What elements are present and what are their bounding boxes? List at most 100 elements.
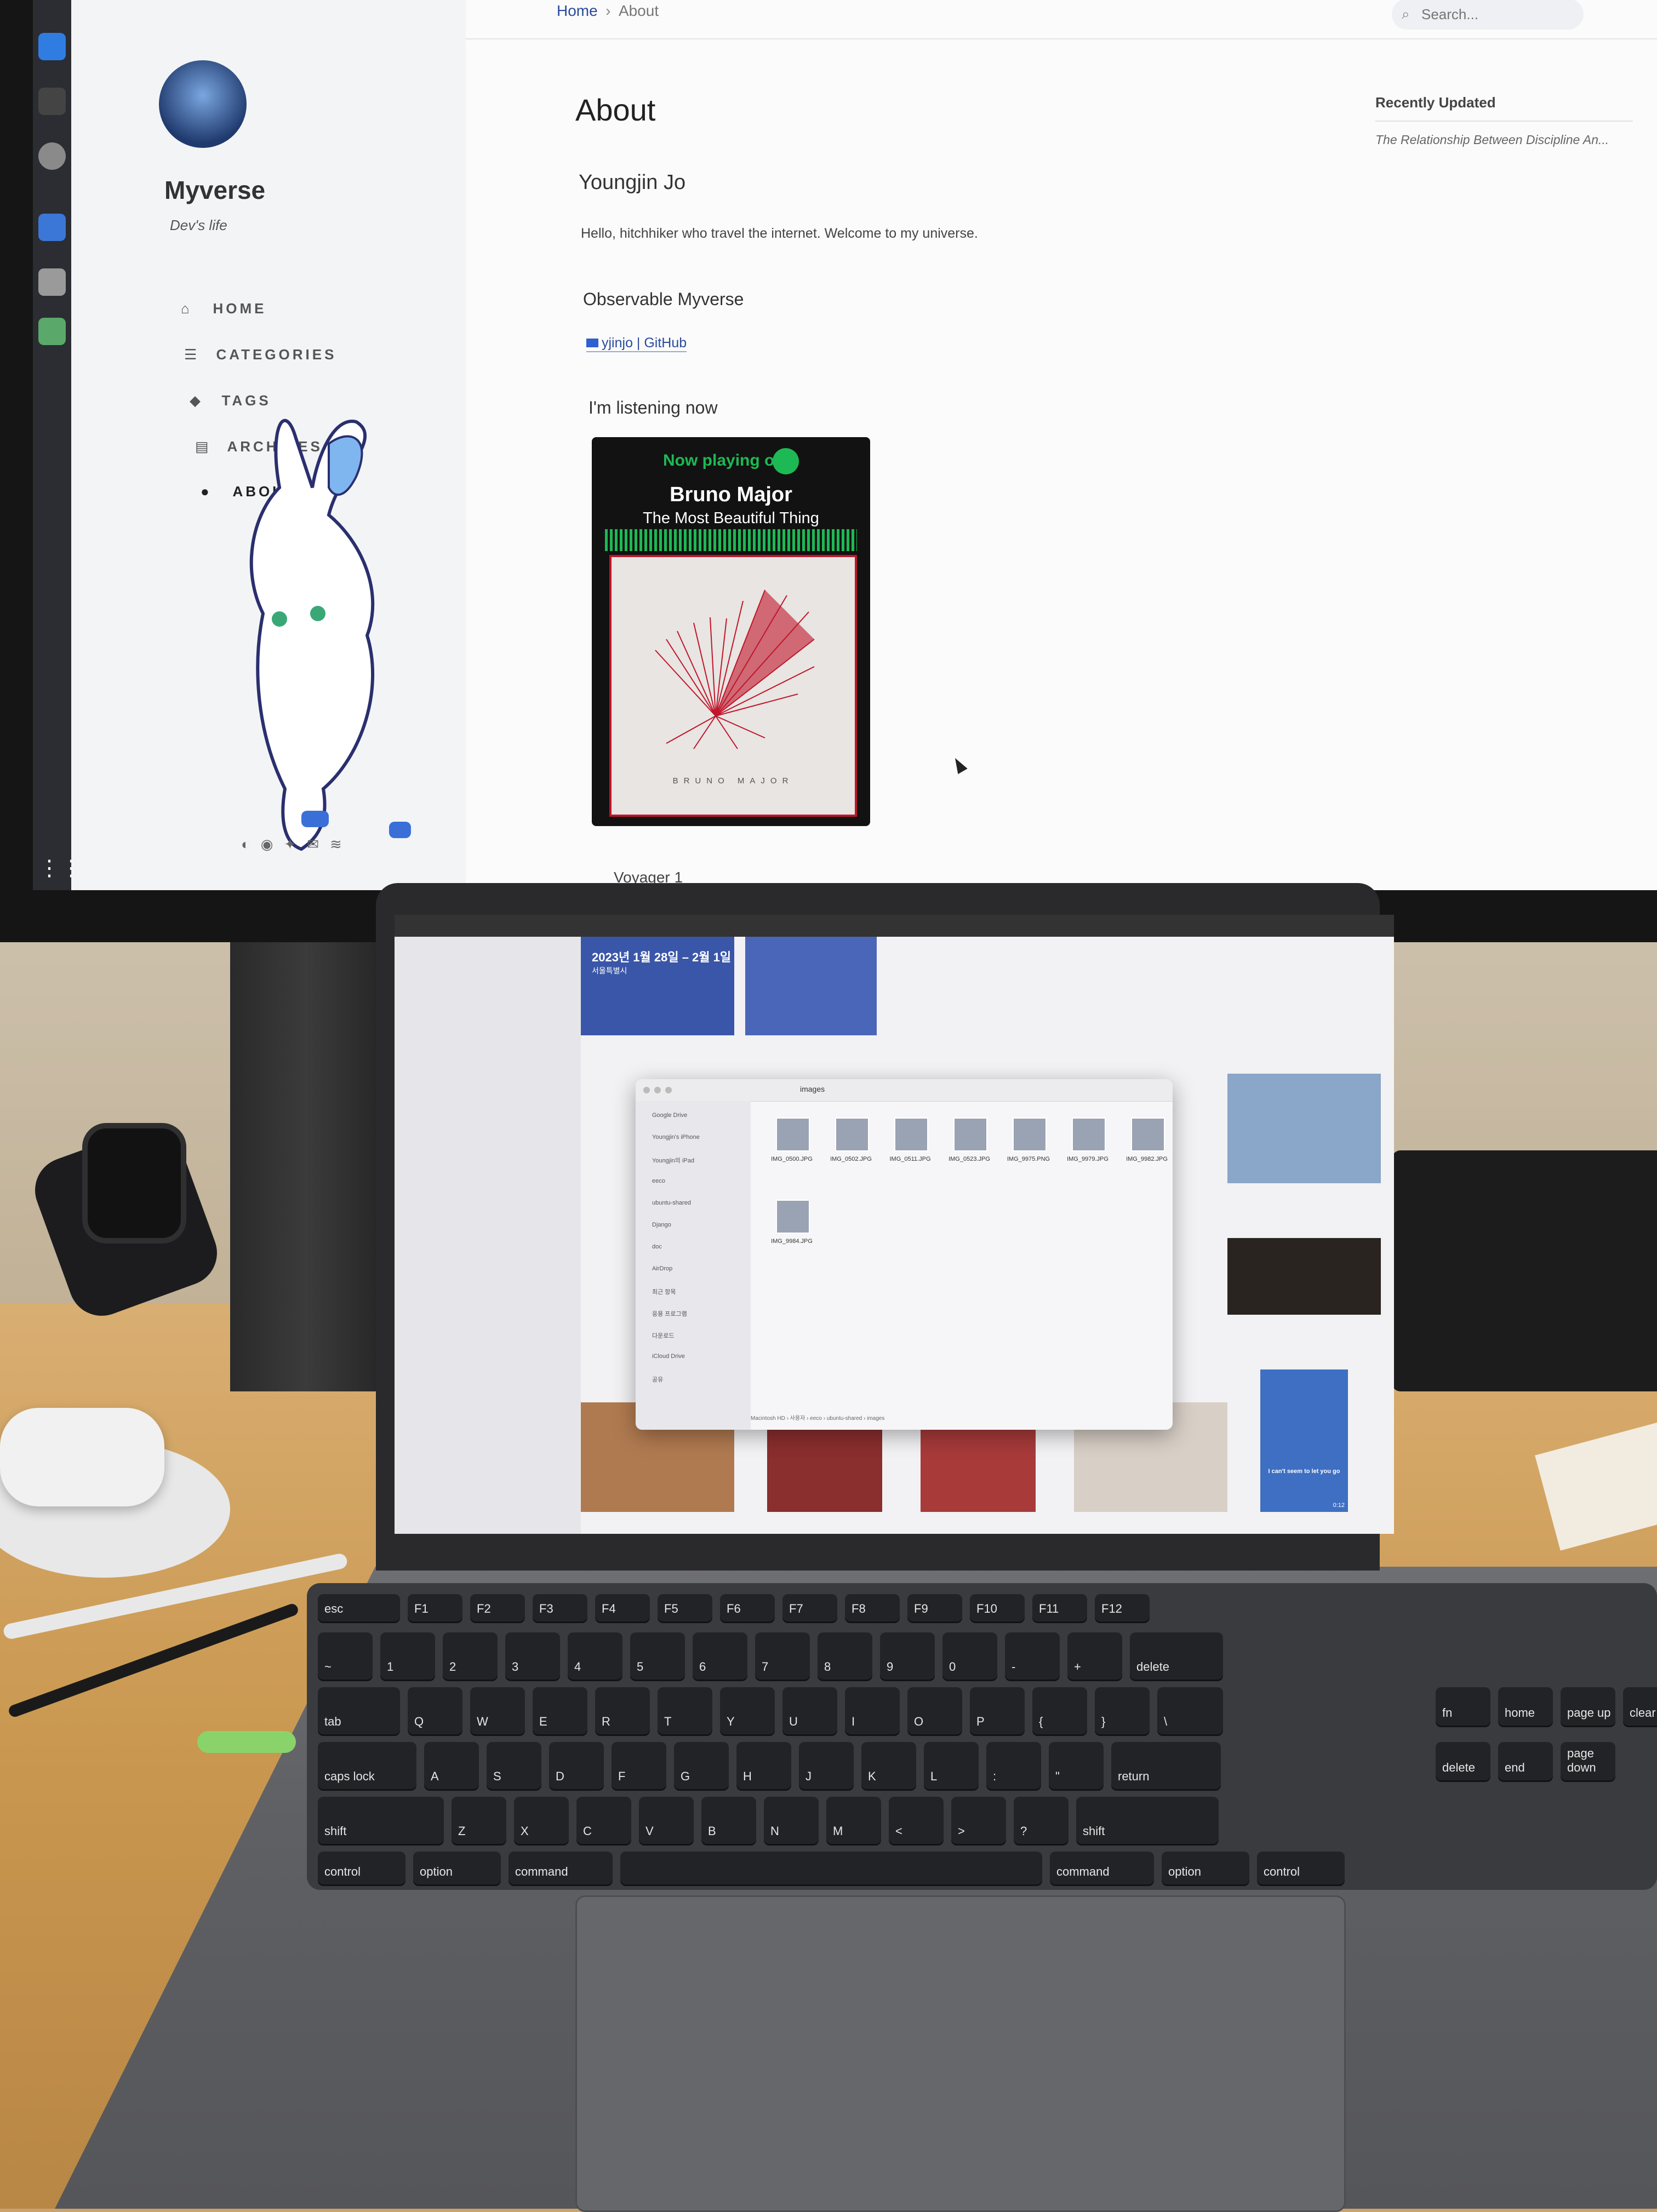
file-name[interactable]: IMG_9979.JPG — [1058, 1156, 1118, 1162]
close-icon[interactable] — [643, 1087, 650, 1093]
key-symbol[interactable]: > — [951, 1797, 1006, 1844]
key-tab[interactable]: tab — [318, 1687, 400, 1734]
key-j[interactable]: J — [799, 1742, 854, 1789]
key-control[interactable]: control — [318, 1852, 405, 1884]
finder-sidebar-item[interactable]: ubuntu-shared — [652, 1200, 691, 1206]
key-symbol[interactable]: < — [889, 1797, 944, 1844]
key-command[interactable]: command — [1050, 1852, 1154, 1884]
nav-categories[interactable]: ☰ CATEGORIES — [184, 346, 336, 363]
key-z[interactable]: Z — [452, 1797, 506, 1844]
key-a[interactable]: A — [424, 1742, 479, 1789]
ide-icon[interactable] — [38, 33, 66, 60]
key-clear[interactable]: clear — [1623, 1687, 1657, 1726]
key-symbol[interactable]: ? — [1014, 1797, 1069, 1844]
breadcrumb-home[interactable]: Home — [557, 2, 598, 19]
finder-sidebar-item[interactable]: 공유 — [652, 1375, 663, 1384]
file-name[interactable]: IMG_0502.JPG — [821, 1156, 881, 1162]
translate-icon[interactable] — [38, 214, 66, 241]
finder-sidebar-item[interactable]: Google Drive — [652, 1112, 687, 1119]
finder-sidebar-item[interactable]: 다운로드 — [652, 1331, 674, 1340]
key-v[interactable]: V — [639, 1797, 694, 1844]
key-shift[interactable]: shift — [318, 1797, 444, 1844]
file-thumbnail[interactable] — [953, 1118, 987, 1151]
finder-sidebar-item[interactable]: eeco — [652, 1178, 665, 1184]
key-command[interactable]: command — [508, 1852, 613, 1884]
file-name[interactable]: IMG_0523.JPG — [939, 1156, 999, 1162]
key-1[interactable]: 1 — [380, 1632, 435, 1680]
key-option[interactable]: option — [413, 1852, 501, 1884]
video-thumbnail[interactable]: I can't seem to let you go 0:12 — [1260, 1369, 1348, 1512]
key-symbol[interactable]: \ — [1157, 1687, 1223, 1734]
key-o[interactable]: O — [907, 1687, 962, 1734]
key-p[interactable]: P — [970, 1687, 1025, 1734]
key-i[interactable]: I — [845, 1687, 900, 1734]
key-x[interactable]: X — [514, 1797, 569, 1844]
key-pagedown[interactable]: page down — [1561, 1742, 1615, 1780]
finder-sidebar-item[interactable]: Youngjin's iPhone — [652, 1134, 700, 1141]
key-2[interactable]: 2 — [443, 1632, 498, 1680]
key-8[interactable]: 8 — [818, 1632, 872, 1680]
app-grid-icon[interactable]: ⋮⋮ — [38, 855, 82, 882]
search-box[interactable]: ⌕ — [1392, 0, 1584, 30]
file-thumbnail[interactable] — [1072, 1118, 1106, 1151]
key-f1[interactable]: F1 — [408, 1594, 462, 1621]
key-f5[interactable]: F5 — [658, 1594, 712, 1621]
nav-home[interactable]: ⌂ HOME — [181, 300, 266, 317]
key-h[interactable]: H — [736, 1742, 791, 1789]
key-return[interactable]: return — [1111, 1742, 1221, 1789]
key-y[interactable]: Y — [720, 1687, 775, 1734]
finder-sidebar-item[interactable]: doc — [652, 1243, 662, 1250]
key-7[interactable]: 7 — [755, 1632, 810, 1680]
site-title[interactable]: Myverse — [164, 175, 265, 205]
key-fn[interactable]: fn — [1436, 1687, 1490, 1726]
minimize-icon[interactable] — [654, 1087, 661, 1093]
key-home[interactable]: home — [1498, 1687, 1553, 1726]
finder-sidebar-item[interactable]: 응용 프로그램 — [652, 1309, 687, 1318]
key-control[interactable]: control — [1257, 1852, 1345, 1884]
key-w[interactable]: W — [470, 1687, 525, 1734]
file-name[interactable]: IMG_9984.JPG — [762, 1238, 822, 1245]
key-t[interactable]: T — [658, 1687, 712, 1734]
key-symbol[interactable]: " — [1049, 1742, 1104, 1789]
twitter-icon[interactable]: ✦ — [284, 836, 307, 852]
key-f2[interactable]: F2 — [470, 1594, 525, 1621]
key-4[interactable]: 4 — [568, 1632, 622, 1680]
key-b[interactable]: B — [701, 1797, 756, 1844]
search-input[interactable] — [1420, 3, 1570, 25]
finder-sidebar-item[interactable]: Youngjin의 iPad — [652, 1156, 694, 1165]
email-icon[interactable]: ✉ — [307, 836, 330, 852]
key-u[interactable]: U — [782, 1687, 837, 1734]
recently-updated-item[interactable]: The Relationship Between Discipline An..… — [1375, 133, 1609, 147]
file-name[interactable]: IMG_0500.JPG — [762, 1156, 822, 1162]
key-shift[interactable]: shift — [1076, 1797, 1219, 1844]
key-f10[interactable]: F10 — [970, 1594, 1025, 1621]
key-0[interactable]: 0 — [942, 1632, 997, 1680]
file-thumbnail[interactable] — [776, 1118, 810, 1151]
key-symbol[interactable]: } — [1095, 1687, 1150, 1734]
key-f7[interactable]: F7 — [782, 1594, 837, 1621]
key-option[interactable]: option — [1162, 1852, 1249, 1884]
zoom-icon[interactable] — [665, 1087, 672, 1093]
settings-icon[interactable] — [38, 142, 66, 170]
file-thumbnail[interactable] — [776, 1200, 810, 1234]
key-f9[interactable]: F9 — [907, 1594, 962, 1621]
gear-icon[interactable] — [38, 268, 66, 296]
key-k[interactable]: K — [861, 1742, 916, 1789]
key-m[interactable]: M — [826, 1797, 881, 1844]
key-l[interactable]: L — [924, 1742, 979, 1789]
rss-icon[interactable]: ≋ — [330, 836, 353, 852]
key-f3[interactable]: F3 — [533, 1594, 587, 1621]
file-name[interactable]: IMG_9975.PNG — [998, 1156, 1059, 1162]
key-9[interactable]: 9 — [880, 1632, 935, 1680]
file-name[interactable]: IMG_0511.JPG — [880, 1156, 940, 1162]
key-symbol[interactable]: ~ — [318, 1632, 373, 1680]
github-link[interactable]: yjinjo | GitHub — [586, 335, 687, 352]
key-symbol[interactable]: : — [986, 1742, 1041, 1789]
key-3[interactable]: 3 — [505, 1632, 560, 1680]
spotify-now-playing-card[interactable]: Now playing on Bruno Major The Most Beau… — [592, 437, 870, 826]
file-thumbnail[interactable] — [835, 1118, 869, 1151]
key-e[interactable]: E — [533, 1687, 587, 1734]
key-q[interactable]: Q — [408, 1687, 462, 1734]
key-esc[interactable]: esc — [318, 1594, 400, 1621]
finder-sidebar-item[interactable]: Django — [652, 1222, 671, 1228]
